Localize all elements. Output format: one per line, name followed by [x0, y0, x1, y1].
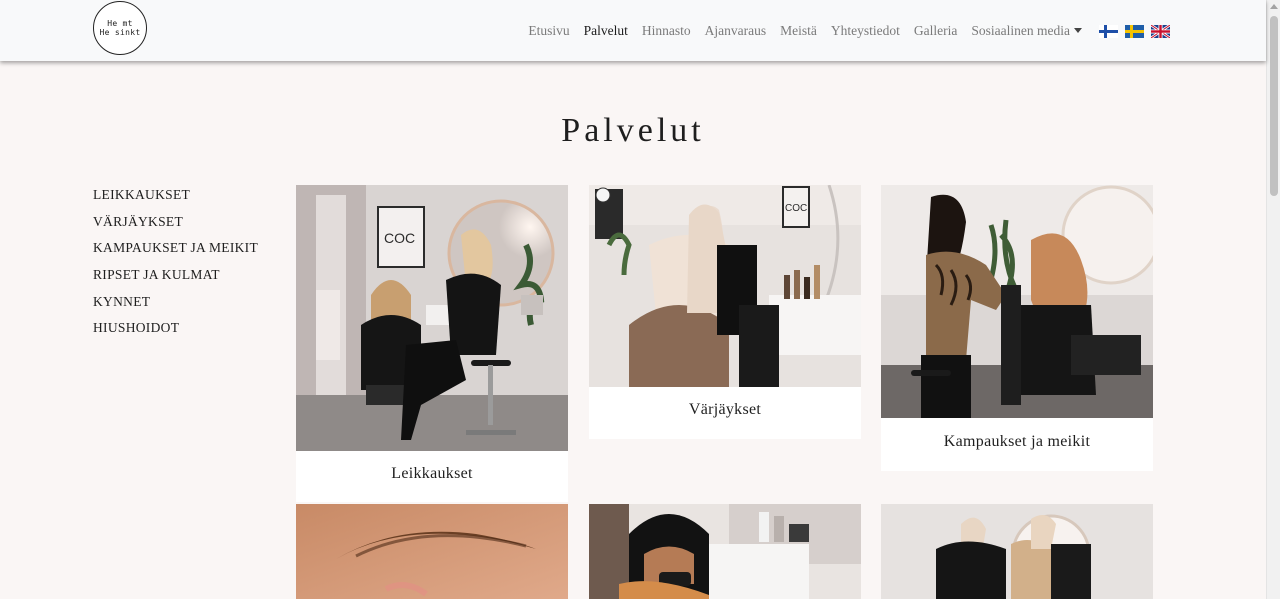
svg-text:COC: COC [384, 230, 415, 246]
page-scrollbar[interactable] [1266, 0, 1280, 599]
service-card-label: Kampaukset ja meikit [943, 433, 1091, 450]
svg-text:COC: COC [785, 203, 807, 214]
sidebar-item-varjaykset[interactable]: VÄRJÄYKSET [93, 214, 258, 241]
services-sidebar: LEIKKAUKSET VÄRJÄYKSET KAMPAUKSET JA MEI… [93, 187, 258, 347]
service-card-ripset-ja-kulmat[interactable] [296, 504, 568, 599]
sidebar-item-kampaukset-ja-meikit[interactable]: KAMPAUKSET JA MEIKIT [93, 240, 258, 267]
scroll-thumb[interactable] [1270, 16, 1278, 196]
nav-link-galleria[interactable]: Galleria [914, 23, 957, 39]
navbar: He mt He sinkt Etusivu Palvelut Hinnasto… [0, 0, 1266, 61]
hair-treatment-photo [881, 504, 1153, 599]
nail-technician-photo [589, 504, 861, 599]
language-switcher [1092, 24, 1170, 38]
flag-se-icon[interactable] [1125, 24, 1144, 38]
caret-down-icon [1074, 28, 1082, 33]
nav-link-etusivu[interactable]: Etusivu [528, 23, 569, 39]
service-card-varjaykset[interactable]: COC Värjäykset [589, 185, 861, 439]
eyebrow-photo [296, 504, 568, 599]
logo-text: He mt He sinkt [99, 19, 141, 37]
page-title: Palvelut [561, 112, 705, 149]
sidebar-item-ripset-ja-kulmat[interactable]: RIPSET JA KULMAT [93, 267, 258, 294]
service-card-hiushoidot[interactable] [881, 504, 1153, 599]
sidebar-item-hiushoidot[interactable]: HIUSHOIDOT [93, 320, 258, 347]
nav-link-meista[interactable]: Meistä [780, 23, 817, 39]
hair-coloring-photo: COC [589, 185, 861, 387]
scroll-up-icon[interactable] [1270, 4, 1278, 9]
nav-link-ajanvaraus[interactable]: Ajanvaraus [705, 23, 766, 39]
nav-dropdown-sosiaalinen-media[interactable]: Sosiaalinen media [971, 23, 1082, 39]
sidebar-item-kynnet[interactable]: KYNNET [93, 294, 258, 321]
service-card-leikkaukset[interactable]: COC Leikkaukset [296, 185, 568, 502]
nav-link-palvelut[interactable]: Palvelut [584, 23, 628, 39]
nav-link-hinnasto[interactable]: Hinnasto [642, 23, 691, 39]
main-nav: Etusivu Palvelut Hinnasto Ajanvaraus Mei… [514, 22, 1170, 40]
service-card-kynnet[interactable] [589, 504, 861, 599]
service-card-label: Leikkaukset [391, 465, 473, 482]
flag-gb-icon[interactable] [1151, 24, 1170, 38]
brand-logo[interactable]: He mt He sinkt [93, 1, 147, 55]
service-card-kampaukset-ja-meikit[interactable]: Kampaukset ja meikit [881, 185, 1153, 471]
flag-fi-icon[interactable] [1099, 24, 1118, 38]
nav-link-yhteystiedot[interactable]: Yhteystiedot [831, 23, 900, 39]
salon-haircut-photo: COC [296, 185, 568, 451]
hairstyling-photo [881, 185, 1153, 418]
service-card-label: Värjäykset [688, 401, 762, 418]
nav-dropdown-label: Sosiaalinen media [971, 23, 1070, 38]
sidebar-item-leikkaukset[interactable]: LEIKKAUKSET [93, 187, 258, 214]
